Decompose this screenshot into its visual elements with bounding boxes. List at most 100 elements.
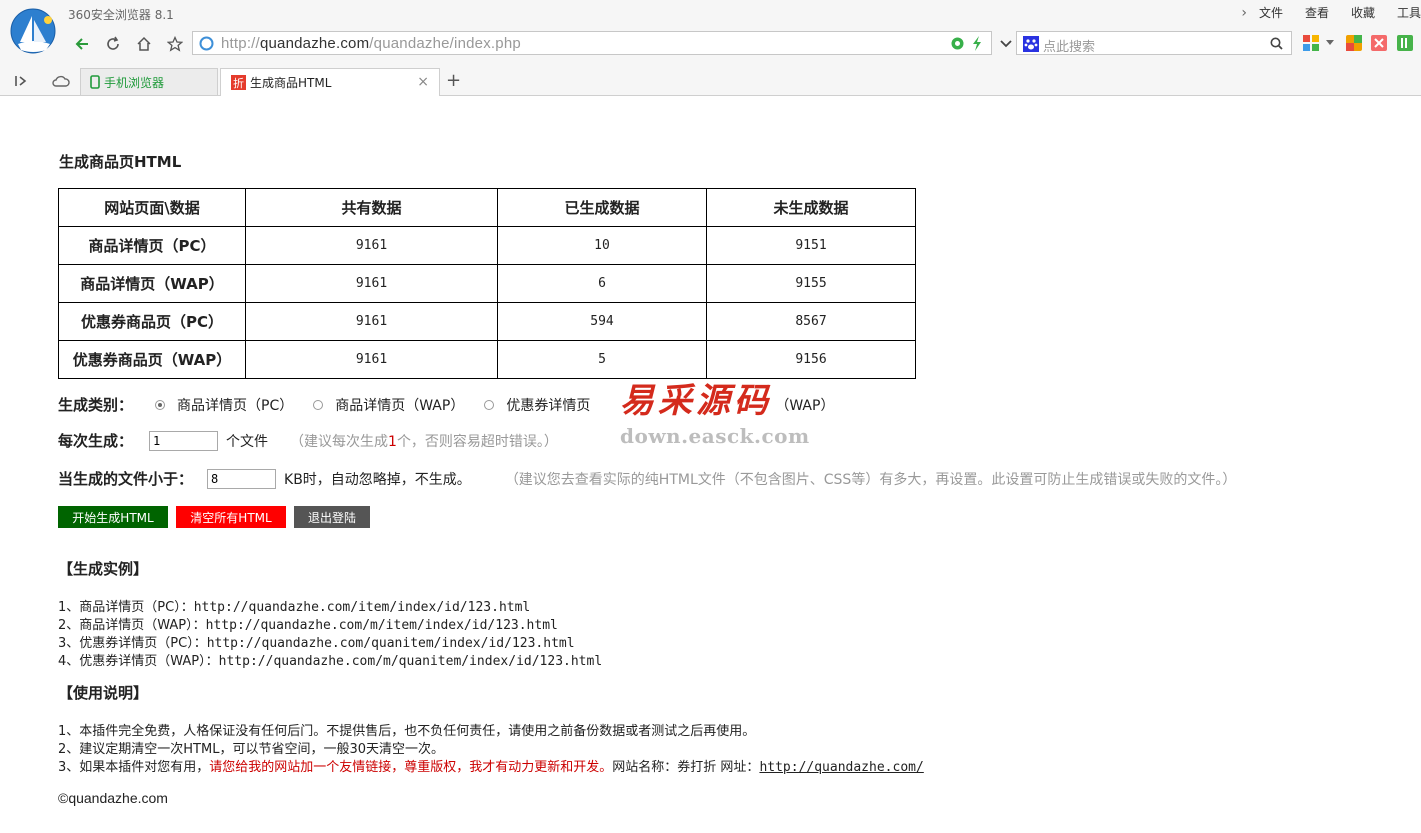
address-row: http://quandazhe.com/quandazhe/index.php… xyxy=(0,30,1421,58)
menu-bar: › 文件 查看 收藏 工具 xyxy=(1241,4,1421,21)
refresh-icon xyxy=(107,36,119,50)
extension-red-icon[interactable] xyxy=(1370,34,1388,52)
pending-cell: 9156 xyxy=(706,340,916,379)
address-bar[interactable]: http://quandazhe.com/quandazhe/index.php xyxy=(192,31,992,55)
clear-html-button[interactable]: 清空所有HTML xyxy=(176,506,286,528)
baidu-paw-icon xyxy=(1023,36,1039,52)
menu-item-view[interactable]: 查看 xyxy=(1305,4,1329,21)
close-tab-icon[interactable]: × xyxy=(417,74,429,90)
total-cell: 9161 xyxy=(245,302,498,341)
friend-link-request: 请您给我的网站加一个友情链接，尊重版权，我才有动力更新和开发。 xyxy=(209,760,613,775)
list-item: 4、优惠券详情页（WAP）：http://quandazhe.com/m/qua… xyxy=(58,654,603,669)
column-header: 已生成数据 xyxy=(497,188,707,227)
size-row: 当生成的文件小于： KB时，自动忽略掉，不生成。 （建议您去查看实际的纯HTML… xyxy=(58,468,1236,489)
radio-type-wap[interactable] xyxy=(313,399,324,410)
star-icon xyxy=(167,36,183,52)
home-button[interactable] xyxy=(132,32,156,56)
extension-colorful-icon[interactable] xyxy=(1345,34,1363,52)
row-label: 优惠券商品页（PC） xyxy=(58,302,246,341)
list-item: 2、商品详情页（WAP）：http://quandazhe.com/m/item… xyxy=(58,618,558,633)
menu-item-tools[interactable]: 工具 xyxy=(1397,4,1421,21)
site-url-link[interactable]: http://quandazhe.com/ xyxy=(759,760,923,775)
extension-green-icon[interactable] xyxy=(1396,34,1414,52)
tab-generate-html[interactable]: 折 生成商品HTML × xyxy=(220,68,440,96)
tab-mobile-browser[interactable]: 手机浏览器 xyxy=(80,68,218,95)
examples-title: 【生成实例】 xyxy=(58,560,149,578)
start-generate-button[interactable]: 开始生成HTML xyxy=(58,506,168,528)
menu-item-file[interactable]: 文件 xyxy=(1259,4,1283,21)
radio-type-wap-label: 商品详情页（WAP） xyxy=(335,397,465,414)
svg-text:折: 折 xyxy=(233,76,244,90)
list-item: 3、优惠券详情页（PC）：http://quandazhe.com/quanit… xyxy=(58,636,575,651)
batch-label: 每次生成： xyxy=(58,432,134,450)
browser-chrome: 360安全浏览器 8.1 › 文件 查看 收藏 工具 http://quanda… xyxy=(0,0,1421,96)
url-text: http://quandazhe.com/quandazhe/index.php xyxy=(221,35,521,52)
radio-type-coupon-pc[interactable] xyxy=(484,399,495,410)
radio-type-pc-label: 商品详情页（PC） xyxy=(177,397,294,414)
batch-unit: 个文件 xyxy=(226,433,269,450)
usage-line: 1、本插件完全免费，人格保证没有任何后门。不提供售后，也不负任何责任，请使用之前… xyxy=(58,724,756,739)
watermark-en: down.easck.com xyxy=(620,424,810,448)
search-placeholder: 点此搜索 xyxy=(1043,40,1096,55)
min-size-input[interactable] xyxy=(207,468,277,489)
chevron-down-icon xyxy=(1000,40,1012,48)
total-cell: 9161 xyxy=(245,340,498,379)
favorite-button[interactable] xyxy=(163,32,187,56)
new-tab-icon[interactable]: + xyxy=(446,70,461,91)
search-engine-dropdown[interactable] xyxy=(994,32,1018,56)
size-unit: KB时，自动忽略掉，不生成。 xyxy=(284,471,471,488)
menu-item-favorites[interactable]: 收藏 xyxy=(1351,4,1375,21)
generated-cell: 6 xyxy=(497,264,707,303)
batch-row: 每次生成： 个文件 （建议每次生成1个，否则容易超时错误。） xyxy=(58,430,558,451)
table-row: 商品详情页（WAP） 9161 6 9155 xyxy=(58,264,916,303)
page-title: 生成商品页HTML xyxy=(59,153,182,171)
chevron-right-icon[interactable]: › xyxy=(1241,5,1247,21)
globe-icon xyxy=(199,36,214,51)
phone-icon xyxy=(90,75,100,89)
table-row: 商品详情页（PC） 9161 10 9151 xyxy=(58,226,916,265)
home-icon xyxy=(137,36,151,51)
search-input[interactable]: 点此搜索 xyxy=(1016,31,1292,55)
discount-tag-icon: 折 xyxy=(231,75,246,90)
table-header-row: 网站页面\数据 共有数据 已生成数据 未生成数据 xyxy=(58,188,916,227)
row-label: 优惠券商品页（WAP） xyxy=(58,340,246,379)
watermark: 易采源码 down.easck.com xyxy=(620,381,810,452)
pending-cell: 9151 xyxy=(706,226,916,265)
generated-cell: 10 xyxy=(497,226,707,265)
sidebar-toggle-icon[interactable] xyxy=(14,75,28,87)
search-icon[interactable] xyxy=(1270,37,1283,50)
watermark-cn: 易采源码 xyxy=(620,381,772,421)
size-hint: （建议您去查看实际的纯HTML文件（不包含图片、CSS等）有多大，再设置。此设置… xyxy=(504,471,1237,488)
lightning-icon[interactable] xyxy=(971,35,983,52)
table-row: 优惠券商品页（WAP） 9161 5 9156 xyxy=(58,340,916,379)
usage-line: 3、如果本插件对您有用，请您给我的网站加一个友情链接，尊重版权，我才有动力更新和… xyxy=(58,760,924,775)
refresh-button[interactable] xyxy=(101,32,125,56)
row-label: 商品详情页（PC） xyxy=(58,226,246,265)
pending-cell: 9155 xyxy=(706,264,916,303)
row-label: 商品详情页（WAP） xyxy=(58,264,246,303)
column-header: 未生成数据 xyxy=(706,188,916,227)
batch-hint: （建议每次生成1个，否则容易超时错误。） xyxy=(290,433,558,450)
type-label: 生成类别： xyxy=(58,396,134,414)
tab-label: 手机浏览器 xyxy=(104,75,165,90)
radio-type-pc[interactable] xyxy=(155,399,166,410)
app-title: 360安全浏览器 8.1 xyxy=(68,8,174,22)
page-content: 生成商品页HTML 网站页面\数据 共有数据 已生成数据 未生成数据 商品详情页… xyxy=(0,96,1421,833)
stats-table: 网站页面\数据 共有数据 已生成数据 未生成数据 商品详情页（PC） 9161 … xyxy=(58,188,916,379)
cloud-icon[interactable] xyxy=(52,74,70,88)
apps-grid-icon[interactable] xyxy=(1302,34,1320,52)
generated-cell: 594 xyxy=(497,302,707,341)
size-label: 当生成的文件小于： xyxy=(58,470,194,488)
tab-strip: 手机浏览器 折 生成商品HTML × + xyxy=(0,66,1421,96)
column-header: 网站页面\数据 xyxy=(58,188,246,227)
logout-button[interactable]: 退出登陆 xyxy=(294,506,370,528)
list-item: 1、商品详情页（PC）：http://quandazhe.com/item/in… xyxy=(58,600,531,615)
usage-line: 2、建议定期清空一次HTML，可以节省空间，一般30天清空一次。 xyxy=(58,742,444,757)
batch-count-input[interactable] xyxy=(149,430,219,451)
back-button[interactable] xyxy=(70,32,94,56)
copyright: ©quandazhe.com xyxy=(58,790,168,806)
apps-dropdown-icon[interactable] xyxy=(1326,40,1334,46)
tab-label: 生成商品HTML xyxy=(250,76,332,90)
total-cell: 9161 xyxy=(245,264,498,303)
security-shield-icon[interactable] xyxy=(950,36,965,51)
